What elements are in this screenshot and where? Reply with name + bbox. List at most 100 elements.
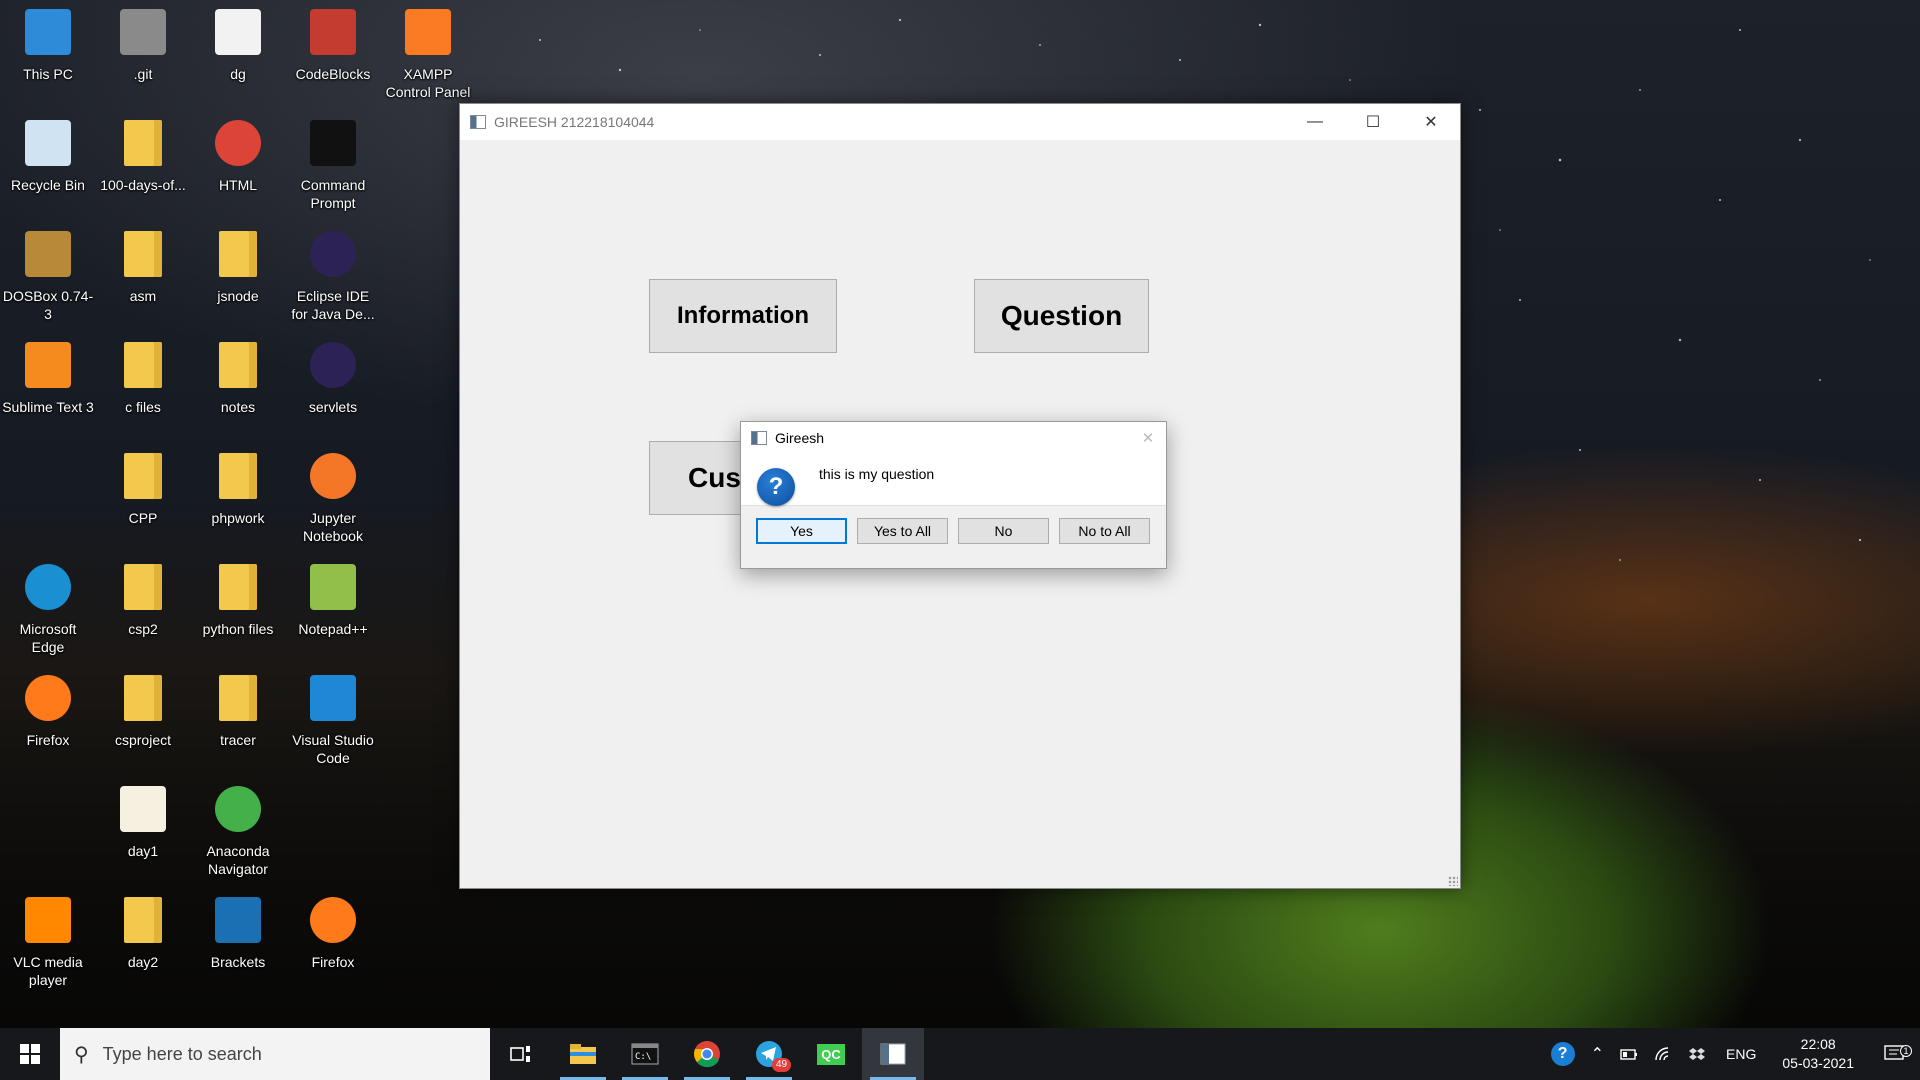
desktop-icon[interactable]: servlets xyxy=(287,339,379,416)
search-placeholder: Type here to search xyxy=(102,1043,262,1064)
desktop-icon[interactable]: This PC xyxy=(2,6,94,83)
desktop-icon-label: notes xyxy=(220,399,256,415)
clock[interactable]: 22:08 05-03-2021 xyxy=(1768,1035,1868,1073)
taskbar: ⚲ Type here to search C:\ 49 QC ? ⌃ ENG … xyxy=(0,1028,1920,1080)
vlc-icon xyxy=(22,897,74,949)
desktop-icon-label: XAMPP Control Panel xyxy=(385,66,471,100)
chrome-html-icon xyxy=(212,120,264,172)
desktop-icon[interactable]: VLC media player xyxy=(2,894,94,989)
desktop-icon-label: dg xyxy=(230,66,246,82)
dropbox-icon[interactable] xyxy=(1680,1046,1714,1062)
desktop-icon[interactable]: jsnode xyxy=(192,228,284,305)
no-button[interactable]: No xyxy=(958,518,1049,544)
desktop-icon[interactable]: Recycle Bin xyxy=(2,117,94,194)
qc-icon[interactable]: QC xyxy=(800,1028,862,1080)
terminal-icon[interactable]: C:\ xyxy=(614,1028,676,1080)
recycle-bin-icon xyxy=(22,120,74,172)
desktop-icon[interactable]: csp2 xyxy=(97,561,189,638)
help-icon[interactable]: ? xyxy=(1543,1042,1583,1066)
task-view-icon[interactable] xyxy=(490,1028,552,1080)
close-icon[interactable]: ✕ xyxy=(1402,104,1460,140)
chevron-up-icon[interactable]: ⌃ xyxy=(1583,1044,1612,1064)
desktop-icon-label: .git xyxy=(133,66,153,82)
desktop-icon[interactable]: Anaconda Navigator xyxy=(192,783,284,878)
desktop-icon[interactable]: HTML xyxy=(192,117,284,194)
telegram-icon[interactable]: 49 xyxy=(738,1028,800,1080)
start-button[interactable] xyxy=(0,1028,60,1080)
yes-button[interactable]: Yes xyxy=(756,518,847,544)
main-window-titlebar[interactable]: GIREESH 212218104044 — ☐ ✕ xyxy=(460,104,1460,140)
dialog-app-icon xyxy=(751,431,767,445)
desktop-icon[interactable]: asm xyxy=(97,228,189,305)
yes-to-all-button[interactable]: Yes to All xyxy=(857,518,948,544)
dialog-close-icon[interactable]: ✕ xyxy=(1130,429,1166,447)
folder-icon xyxy=(212,342,264,394)
desktop-icon[interactable]: dg xyxy=(192,6,284,83)
resize-grip[interactable] xyxy=(1448,876,1458,886)
c-file-icon xyxy=(212,9,264,61)
windows-logo-icon xyxy=(20,1044,40,1064)
dialog-body: ? this is my question xyxy=(741,454,1166,506)
desktop-icon[interactable]: c files xyxy=(97,339,189,416)
desktop-icon[interactable]: python files xyxy=(192,561,284,638)
clock-time: 22:08 xyxy=(1800,1036,1836,1052)
desktop-icon[interactable]: Microsoft Edge xyxy=(2,561,94,656)
chrome-icon[interactable] xyxy=(676,1028,738,1080)
folder-icon xyxy=(212,231,264,283)
desktop-icon[interactable]: XAMPP Control Panel xyxy=(382,6,474,101)
desktop-icon[interactable]: Eclipse IDE for Java De... xyxy=(287,228,379,323)
question-button[interactable]: Question xyxy=(974,279,1149,353)
desktop-icon[interactable]: Sublime Text 3 xyxy=(2,339,94,416)
desktop-icon[interactable]: Jupyter Notebook xyxy=(287,450,379,545)
desktop-icon-label: Eclipse IDE for Java De... xyxy=(291,288,375,322)
desktop-icon[interactable]: Visual Studio Code xyxy=(287,672,379,767)
desktop-icon[interactable]: Brackets xyxy=(192,894,284,971)
desktop-icon[interactable]: day2 xyxy=(97,894,189,971)
folder-icon xyxy=(117,453,169,505)
desktop-icon[interactable]: Notepad++ xyxy=(287,561,379,638)
desktop-icon-label: asm xyxy=(129,288,157,304)
desktop-icon-label: Recycle Bin xyxy=(11,177,85,193)
vscode-icon xyxy=(307,675,359,727)
desktop-icon[interactable]: Firefox xyxy=(2,672,94,749)
brackets-icon xyxy=(212,897,264,949)
minimize-icon[interactable]: — xyxy=(1286,104,1344,140)
desktop-icon-label: This PC xyxy=(23,66,73,82)
desktop-icon-label: Jupyter Notebook xyxy=(303,510,363,544)
taskbar-search[interactable]: ⚲ Type here to search xyxy=(60,1028,490,1080)
information-button[interactable]: Information xyxy=(649,279,837,353)
dosbox-icon xyxy=(22,231,74,283)
desktop-icon-label: c files xyxy=(125,399,161,415)
desktop-icon[interactable]: notes xyxy=(192,339,284,416)
desktop-icon-label: day1 xyxy=(127,843,159,859)
desktop-icon-label: CPP xyxy=(128,510,158,526)
terminal-icon xyxy=(307,120,359,172)
desktop-icon[interactable]: csproject xyxy=(97,672,189,749)
desktop-icon[interactable]: day1 xyxy=(97,783,189,860)
file-explorer-icon[interactable] xyxy=(552,1028,614,1080)
desktop-icon[interactable]: .git xyxy=(97,6,189,83)
desktop-icon-label: Brackets xyxy=(210,954,266,970)
desktop-icon-label: DOSBox 0.74-3 xyxy=(2,288,94,322)
desktop-icon[interactable]: 100-days-of... xyxy=(97,117,189,194)
desktop-icon-label: Microsoft Edge xyxy=(19,621,77,655)
qt-app-taskbar-icon[interactable] xyxy=(862,1028,924,1080)
desktop-icon[interactable]: Command Prompt xyxy=(287,117,379,212)
language-indicator[interactable]: ENG xyxy=(1714,1046,1768,1062)
anaconda-icon xyxy=(212,786,264,838)
no-to-all-button[interactable]: No to All xyxy=(1059,518,1150,544)
wifi-icon[interactable] xyxy=(1646,1046,1680,1062)
maximize-icon[interactable]: ☐ xyxy=(1344,104,1402,140)
desktop-icon[interactable]: tracer xyxy=(192,672,284,749)
desktop-icon[interactable]: CPP xyxy=(97,450,189,527)
battery-icon[interactable] xyxy=(1612,1048,1646,1060)
folder-icon xyxy=(212,564,264,616)
desktop-icon[interactable]: Firefox xyxy=(287,894,379,971)
desktop-icon[interactable]: DOSBox 0.74-3 xyxy=(2,228,94,323)
firefox-icon xyxy=(22,675,74,727)
desktop-icon[interactable]: CodeBlocks xyxy=(287,6,379,83)
desktop-icon[interactable]: phpwork xyxy=(192,450,284,527)
notification-icon[interactable]: 1 xyxy=(1868,1045,1920,1063)
folder-icon xyxy=(212,453,264,505)
dialog-titlebar[interactable]: Gireesh ✕ xyxy=(741,422,1166,454)
